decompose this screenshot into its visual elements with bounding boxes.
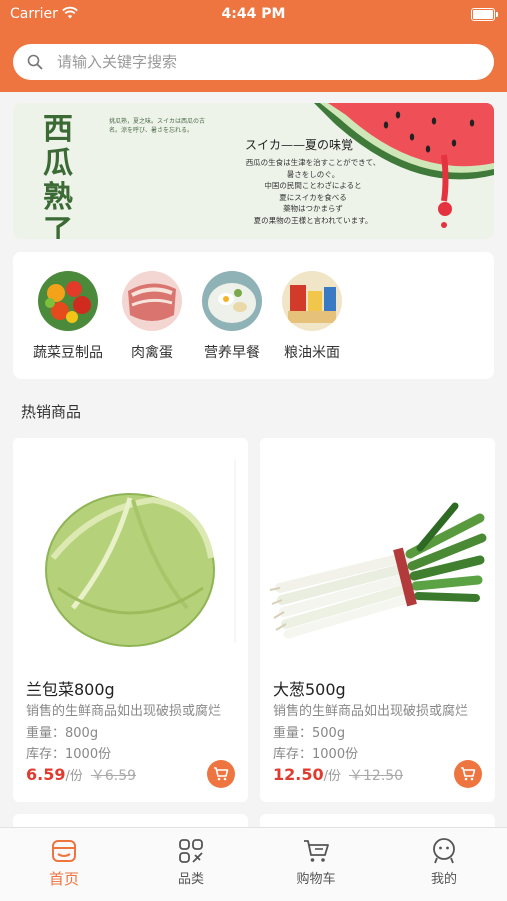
tab-profile[interactable]: 我的 [404,836,484,887]
cart-icon [214,767,229,781]
product-card-scallion[interactable]: 大葱500g 销售的生鲜商品如出现破损或腐烂 重量：500g 库存：1000份 … [260,438,495,802]
tab-bar: 首页 品类 购物车 我的 [0,827,507,901]
category-breakfast[interactable]: 营养早餐 [192,271,272,362]
profile-icon [433,838,455,864]
scallion-image [260,438,495,663]
tab-label: 首页 [48,870,79,888]
category-panel: 蔬菜豆制品 肉禽蛋 营养早餐 粮油米面 [13,252,494,379]
product-name: 大葱500g [273,680,346,699]
price-row: 6.59/份 ￥6.59 [26,765,136,785]
battery-icon [471,8,498,21]
vegetables-image [38,271,98,331]
product-price: 6.59 [26,765,66,784]
grain-oil-image [282,271,342,331]
search-icon [27,54,43,70]
price-unit: /份 [65,769,83,784]
status-bar: Carrier 4:44 PM [0,0,507,28]
product-card-cabbage[interactable]: 兰包菜800g 销售的生鲜商品如出现破损或腐烂 重量：800g 库存：1000份… [13,438,248,802]
price-unit: /份 [323,769,341,784]
product-old-price: ￥6.59 [90,768,137,784]
section-title: 热销商品 [21,403,82,421]
category-label: 肉禽蛋 [131,345,173,361]
product-stock: 库存：1000份 [26,747,112,762]
tab-label: 我的 [430,872,457,887]
add-to-cart-button[interactable] [207,760,235,788]
category-label: 粮油米面 [284,345,340,361]
category-meat[interactable]: 肉禽蛋 [112,271,192,362]
product-name: 兰包菜800g [26,680,115,699]
add-to-cart-button[interactable] [454,760,482,788]
product-price: 12.50 [273,765,324,784]
category-grain-oil[interactable]: 粮油米面 [272,271,352,362]
banner-title-text: 西瓜熟了 [43,112,73,240]
product-desc: 销售的生鲜商品如出现破损或腐烂 [273,704,469,719]
banner-small-text: 挑瓜熟，夏之味。スイカは西瓜の古名。涼を呼び、暑さを忘れる。 [109,118,206,134]
category-label: 营养早餐 [204,345,260,361]
tab-cart[interactable]: 购物车 [276,836,356,887]
clock: 4:44 PM [221,6,286,22]
category-vegetables[interactable]: 蔬菜豆制品 [28,271,108,362]
category-label: 蔬菜豆制品 [33,345,103,361]
category-icon [179,839,203,863]
product-stock: 库存：1000份 [273,747,359,762]
tab-home[interactable]: 首页 [24,836,104,889]
product-weight: 重量：800g [26,726,99,741]
shopping-cart-icon [304,840,329,862]
tab-category[interactable]: 品类 [151,836,231,887]
breakfast-image [202,271,262,331]
price-row: 12.50/份 ￥12.50 [273,765,403,785]
promo-banner[interactable]: 西瓜熟了 挑瓜熟，夏之味。スイカは西瓜の古名。涼を呼び、暑さを忘れる。 スイカ—… [13,103,494,239]
banner-title: 西瓜熟了 [43,112,77,240]
watermelon-image [314,103,494,228]
search-bar[interactable] [13,44,494,80]
product-old-price: ￥12.50 [349,768,404,784]
product-desc: 销售的生鲜商品如出现破损或腐烂 [26,704,222,719]
header-bar: Carrier 4:44 PM [0,0,507,92]
meat-image [122,271,182,331]
cart-icon [461,767,476,781]
cabbage-image [13,438,248,663]
home-icon [52,840,76,862]
tab-label: 品类 [177,872,204,887]
tab-label: 购物车 [296,872,336,887]
search-input[interactable] [55,52,459,72]
product-weight: 重量：500g [273,726,346,741]
